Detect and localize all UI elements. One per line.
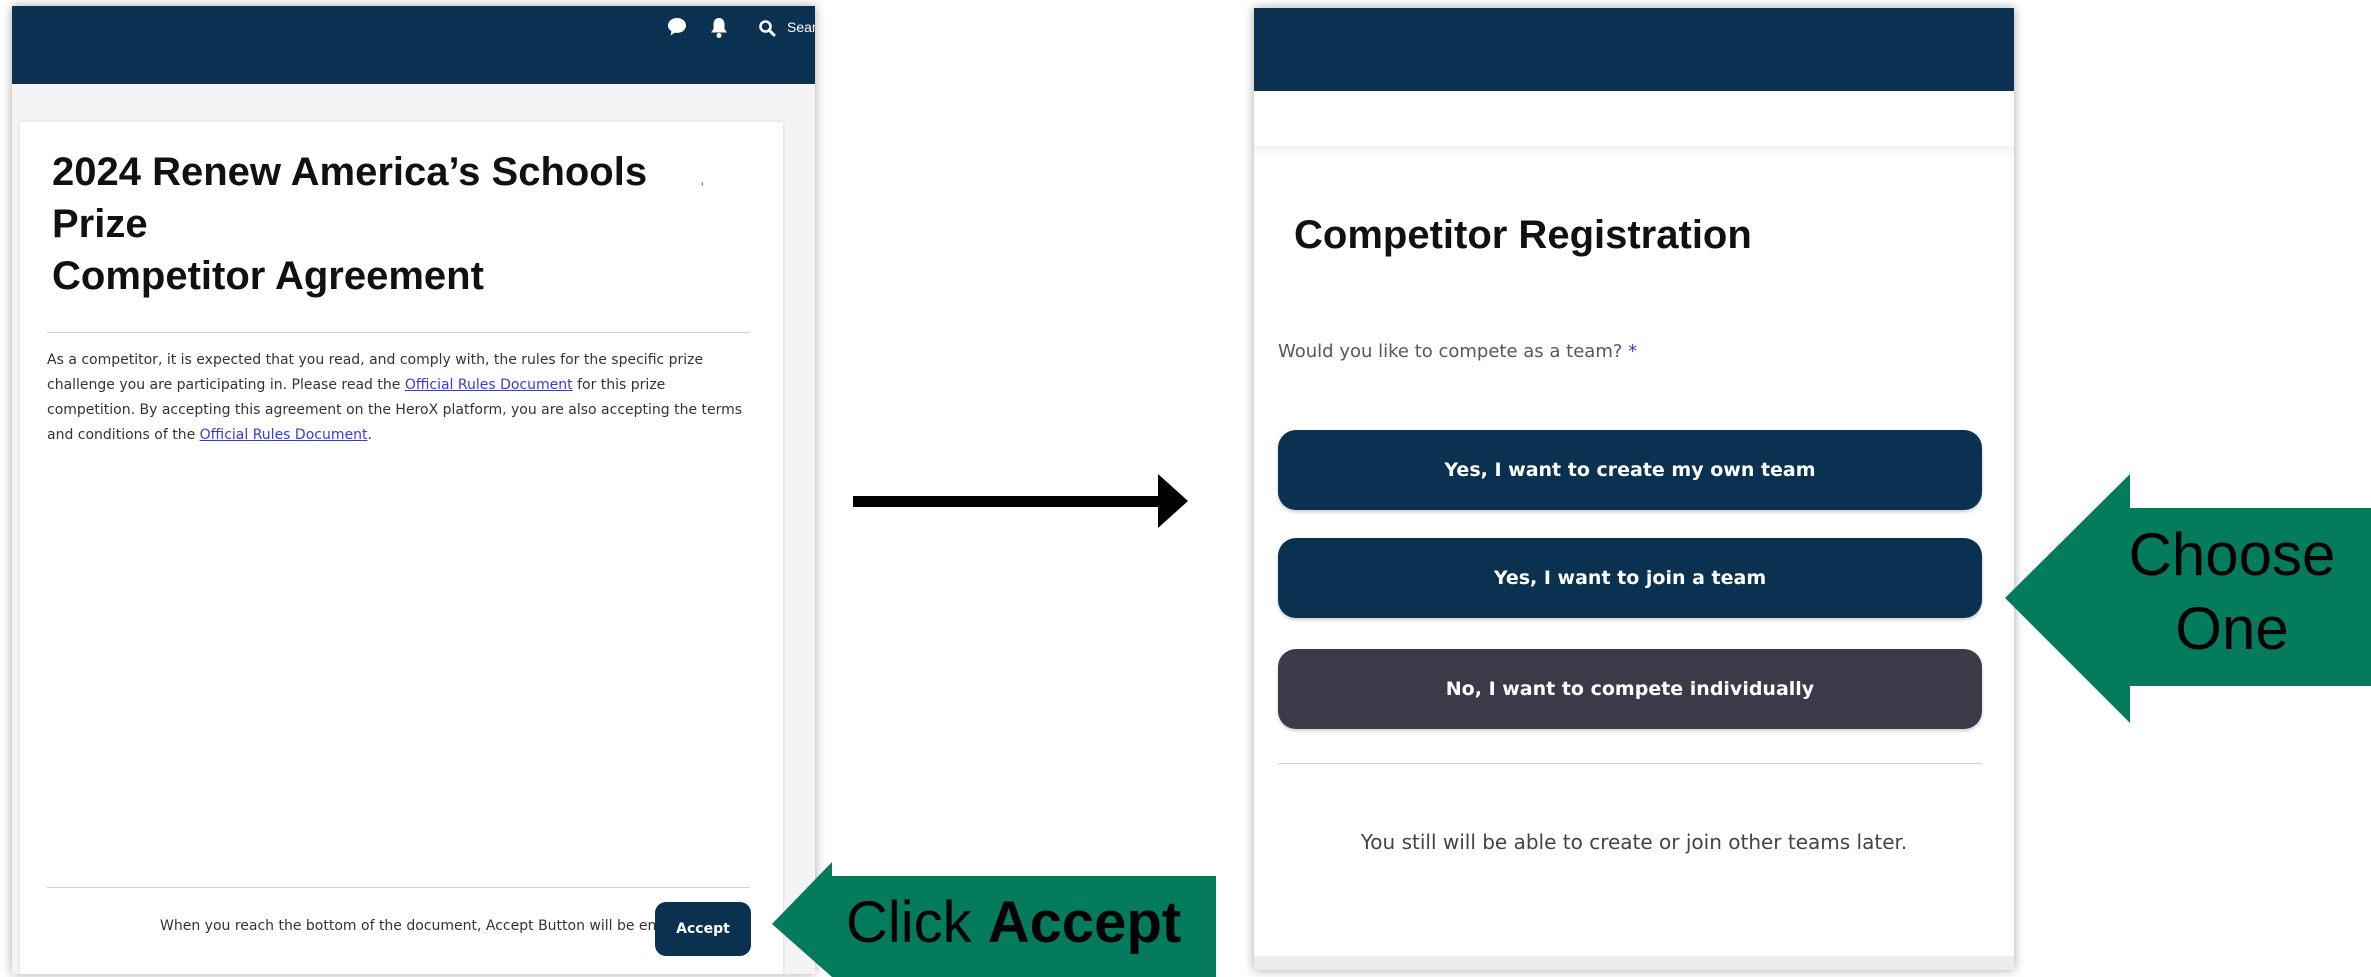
team-question-text: Would you like to compete as a team? — [1278, 341, 1623, 362]
registration-title: Competitor Registration — [1294, 213, 1752, 257]
choose-one-label: Choose One — [2122, 518, 2342, 666]
click-prefix: Click — [846, 890, 988, 955]
arrow-right-icon — [853, 474, 1188, 528]
team-question: Would you like to compete as a team? * — [1278, 341, 1637, 362]
official-rules-link-1[interactable]: Official Rules Document — [405, 377, 573, 393]
registration-screenshot: Competitor Registration Would you like t… — [1254, 8, 2014, 970]
accept-note: When you reach the bottom of the documen… — [160, 918, 700, 934]
section-shade — [1254, 956, 2014, 970]
divider — [47, 887, 750, 888]
agreement-body: As a competitor, it is expected that you… — [47, 348, 757, 448]
body-text-3: . — [367, 427, 372, 443]
top-nav-bar: Searc — [12, 6, 815, 84]
page-title: 2024 Renew America’s Schools Prize Compe… — [52, 146, 692, 302]
create-team-button[interactable]: Yes, I want to create my own team — [1278, 430, 1982, 510]
agreement-screenshot: Searc 2024 Renew America’s Schools Prize… — [12, 6, 815, 974]
chat-icon[interactable] — [666, 16, 688, 43]
section-shade — [1254, 146, 2014, 156]
search-label[interactable]: Searc — [787, 19, 815, 35]
decorative-mark: ' — [701, 179, 704, 195]
official-rules-link-2[interactable]: Official Rules Document — [200, 427, 368, 443]
title-line-2: Competitor Agreement — [52, 254, 484, 298]
divider — [47, 332, 750, 333]
divider — [1278, 763, 1982, 764]
agreement-card: 2024 Renew America’s Schools Prize Compe… — [20, 122, 783, 974]
accept-button[interactable]: Accept — [655, 902, 751, 956]
team-note: You still will be able to create or join… — [1360, 830, 1908, 854]
click-accept-bold: Accept — [987, 890, 1182, 955]
compete-individually-button[interactable]: No, I want to compete individually — [1278, 649, 1982, 729]
bell-icon[interactable] — [709, 16, 729, 45]
search-icon[interactable] — [758, 19, 776, 42]
top-nav-bar — [1254, 8, 2014, 91]
choose-line-2: One — [2175, 595, 2289, 662]
click-accept-label: Click Accept — [846, 888, 1181, 958]
title-line-1: 2024 Renew America’s Schools Prize — [52, 150, 648, 246]
required-mark: * — [1628, 341, 1638, 362]
choose-line-1: Choose — [2128, 521, 2336, 588]
join-team-button[interactable]: Yes, I want to join a team — [1278, 538, 1982, 618]
